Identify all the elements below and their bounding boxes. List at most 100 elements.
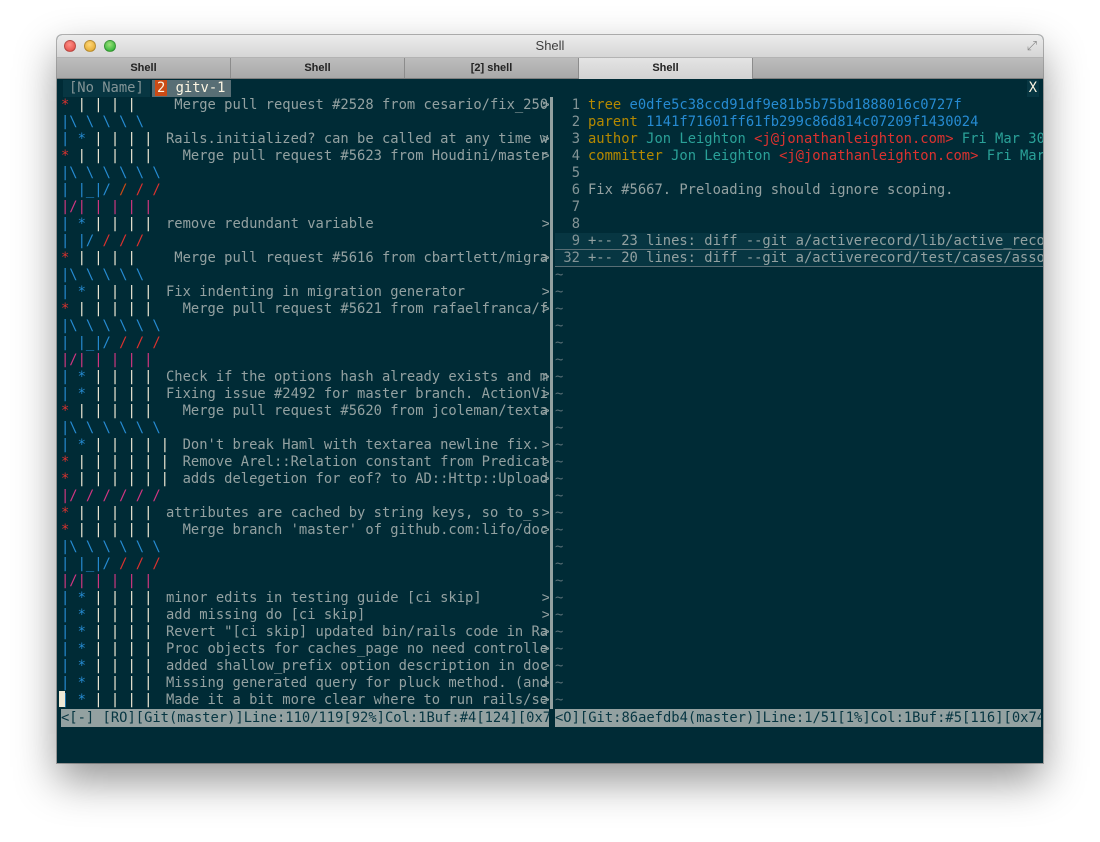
truncation-marker: >: [541, 301, 549, 317]
vim-tab-gitv[interactable]: 2 gitv-1: [152, 80, 232, 97]
commit-line[interactable]: |\ \ \ \ \ \: [61, 165, 549, 182]
commit-graph: |\ \ \ \ \ \: [61, 318, 161, 335]
commit-line[interactable]: |/| | | | |: [61, 199, 549, 216]
graph-segment: *: [77, 692, 86, 708]
terminal-tab-label: Shell: [652, 62, 679, 74]
fold-line[interactable]: 32 +-- 20 lines: diff --git a/activerecor…: [555, 250, 1043, 267]
commit-line[interactable]: * | | | | | Merge pull request #5621 fro…: [61, 301, 549, 318]
commit-line[interactable]: | * | | | | added shallow_prefix option d…: [61, 658, 549, 675]
commit-line[interactable]: * | | | | | | Remove Arel::Relation cons…: [61, 454, 549, 471]
graph-segment: |\ \ \ \ \: [61, 267, 145, 283]
text-cursor: [59, 691, 65, 707]
commit-line[interactable]: |\ \ \ \ \ \: [61, 539, 549, 556]
commit-line[interactable]: |/| | | | |: [61, 352, 549, 369]
empty-line-tilde: ~: [555, 556, 564, 572]
command-line[interactable]: [57, 729, 1043, 763]
commit-line[interactable]: * | | | | Merge pull request #5616 from …: [61, 250, 549, 267]
commit-message-text: Rails.initialized? can be called at any …: [166, 131, 549, 147]
commit-line[interactable]: |/| | | | |: [61, 573, 549, 590]
graph-segment: | | | | | |: [69, 454, 169, 470]
graph-segment: |\ \ \ \ \ \: [61, 165, 161, 181]
text-segment: e0dfe5c38ccd91df9e81b5b75bd1888016c0727f: [629, 97, 962, 113]
commit-line[interactable]: |\ \ \ \ \ \: [61, 420, 549, 437]
commit-message: Check if the options hash already exists…: [166, 369, 549, 386]
commit-message-text: Merge pull request #5620 from jcoleman/t…: [166, 403, 549, 419]
terminal-tab-2[interactable]: Shell: [231, 58, 405, 78]
vim-tab-label: [No Name]: [69, 80, 144, 96]
text-segment: +-- 20 lines: diff --git a/activerecord/…: [588, 250, 1043, 266]
close-tab-icon[interactable]: X: [1026, 80, 1039, 97]
empty-line-tilde: ~: [555, 539, 564, 555]
commit-graph: |/| | | | |: [61, 352, 152, 369]
commit-line[interactable]: | * | | | | Revert "[ci skip] updated bin…: [61, 624, 549, 641]
commit-line[interactable]: | * | | | | Fix indenting in migration ge…: [61, 284, 549, 301]
commit-graph: |\ \ \ \ \ \: [61, 165, 161, 182]
commit-line[interactable]: |\ \ \ \ \: [61, 114, 549, 131]
graph-segment: | |_|/: [61, 335, 120, 351]
fullscreen-icon[interactable]: ⤢: [1027, 39, 1037, 54]
terminal-tab-3[interactable]: [2] shell: [405, 58, 579, 78]
truncation-marker: >: [541, 692, 549, 708]
detail-line[interactable]: 5: [555, 165, 1043, 182]
commit-message: Don't break Haml with textarea newline f…: [166, 437, 549, 454]
terminal-tab-1[interactable]: Shell: [57, 58, 231, 78]
commit-detail-pane[interactable]: 1 tree e0dfe5c38ccd91df9e81b5b75bd1888016…: [555, 97, 1043, 709]
commit-line[interactable]: * | | | | Merge pull request #2528 from …: [61, 97, 549, 114]
line-number: 6: [571, 182, 580, 198]
detail-line[interactable]: 4 committer Jon Leighton <j@jonathanleigh…: [555, 148, 1043, 165]
vim-tab-no-name[interactable]: [No Name]: [63, 80, 150, 97]
commit-graph: * | | | | |: [61, 403, 152, 420]
commit-message-text: Made it a bit more clear where to run ra…: [166, 692, 549, 708]
terminal-tab-4-active[interactable]: Shell: [579, 58, 753, 79]
empty-line-tilde: ~: [555, 522, 564, 538]
commit-line[interactable]: * | | | | | Merge branch 'master' of git…: [61, 522, 549, 539]
graph-segment: | | | |: [85, 216, 153, 232]
commit-line[interactable]: | |_|/ / / /: [61, 335, 549, 352]
gitv-log-pane[interactable]: * | | | | Merge pull request #2528 from …: [61, 97, 549, 709]
commit-line[interactable]: | * | | | | | Don't break Haml with text…: [61, 437, 549, 454]
empty-line-tilde: ~: [555, 403, 564, 419]
detail-line[interactable]: 7: [555, 199, 1043, 216]
graph-segment: /: [119, 182, 136, 198]
commit-line[interactable]: * | | | | | | adds delegetion for eof? t…: [61, 471, 549, 488]
status-line-right: <O][Git:86aefdb4(master)]Line:1/51[1%]Co…: [555, 709, 1041, 727]
commit-line[interactable]: * | | | | | attributes are cached by stri…: [61, 505, 549, 522]
commit-line[interactable]: | |/ / / /: [61, 233, 549, 250]
empty-line-tilde: ~: [555, 692, 564, 708]
commit-line[interactable]: | * | | | | Missing generated query for p…: [61, 675, 549, 692]
detail-line[interactable]: 6 Fix #5667. Preloading should ignore sco…: [555, 182, 1043, 199]
text-segment: Fri Mar 30: [953, 131, 1043, 147]
empty-line-tilde: ~: [555, 437, 564, 453]
terminal-content[interactable]: [No Name] 2 gitv-1 X * | | | | Merge pul…: [57, 79, 1043, 763]
commit-line[interactable]: | * | | | | Proc objects for caches_page …: [61, 641, 549, 658]
commit-line[interactable]: * | | | | | Merge pull request #5623 fro…: [61, 148, 549, 165]
line-text: committer Jon Leighton <j@jonathanleight…: [588, 148, 1043, 165]
commit-line[interactable]: |/ / / / / /: [61, 488, 549, 505]
commit-line[interactable]: | * | | | | Check if the options hash alr…: [61, 369, 549, 386]
commit-line[interactable]: * | | | | | Merge pull request #5620 fro…: [61, 403, 549, 420]
truncation-marker: >: [541, 522, 549, 538]
detail-line[interactable]: 3 author Jon Leighton <j@jonathanleighton…: [555, 131, 1043, 148]
commit-line[interactable]: | |_|/ / / /: [61, 556, 549, 573]
vim-tab-number: 2: [155, 80, 168, 96]
commit-line[interactable]: |\ \ \ \ \: [61, 267, 549, 284]
commit-line[interactable]: | * | | | | add missing do [ci skip] >: [61, 607, 549, 624]
graph-segment: |: [61, 658, 78, 674]
commit-line[interactable]: | * | | | | Made it a bit more clear wher…: [61, 692, 549, 709]
commit-line[interactable]: |\ \ \ \ \ \: [61, 318, 549, 335]
commit-message: Remove Arel::Relation constant from Pred…: [166, 454, 549, 471]
title-bar[interactable]: Shell ⤢: [57, 35, 1043, 58]
fold-line[interactable]: 9 +-- 23 lines: diff --git a/activerecord…: [555, 233, 1043, 250]
empty-line-tilde: ~: [555, 607, 564, 623]
commit-line[interactable]: | * | | | | Rails.initialized? can be cal…: [61, 131, 549, 148]
commit-line[interactable]: | |_|/ / / /: [61, 182, 549, 199]
detail-line[interactable]: 2 parent 1141f71601ff61fb299c86d814c07209…: [555, 114, 1043, 131]
commit-line[interactable]: | * | | | | remove redundant variable >: [61, 216, 549, 233]
detail-line[interactable]: 1 tree e0dfe5c38ccd91df9e81b5b75bd1888016…: [555, 97, 1043, 114]
commit-line[interactable]: | * | | | | minor edits in testing guide …: [61, 590, 549, 607]
commit-line[interactable]: | * | | | | Fixing issue #2492 for master…: [61, 386, 549, 403]
graph-segment: |\ \ \ \ \ \: [61, 318, 161, 334]
graph-segment: *: [77, 284, 86, 300]
detail-line[interactable]: 8: [555, 216, 1043, 233]
commit-message: Revert "[ci skip] updated bin/rails code…: [166, 624, 549, 641]
